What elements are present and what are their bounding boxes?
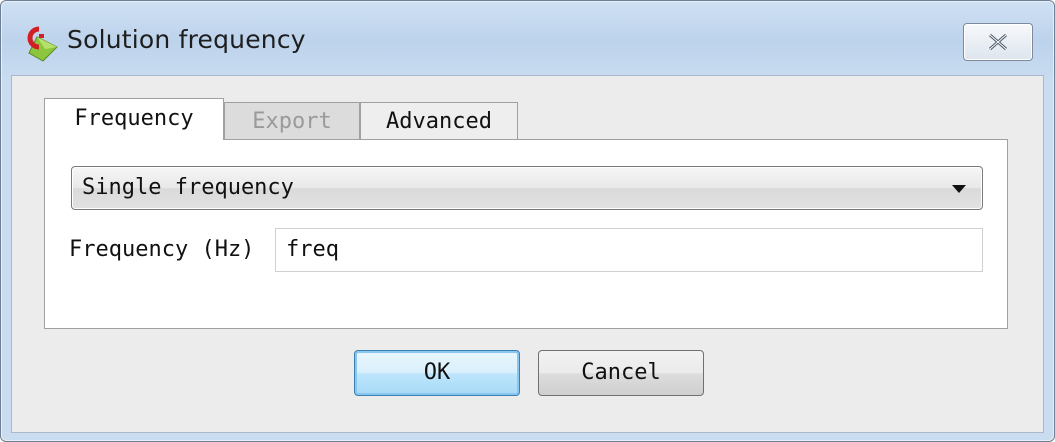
frequency-label: Frequency (Hz) <box>69 237 255 262</box>
close-icon <box>989 33 1007 51</box>
close-button[interactable] <box>963 23 1033 61</box>
frequency-mode-value: Single frequency <box>82 175 294 200</box>
frequency-tab-panel: Single frequency Frequency (Hz) freq <box>44 139 1008 329</box>
frequency-mode-select[interactable]: Single frequency <box>71 166 983 210</box>
app-icon <box>21 23 61 63</box>
tab-frequency[interactable]: Frequency <box>44 98 224 140</box>
dialog-content: Frequency Export Advanced Single frequen… <box>11 75 1044 433</box>
title-bar[interactable]: Solution frequency <box>1 1 1054 81</box>
chevron-down-icon <box>952 185 966 193</box>
window-title: Solution frequency <box>67 25 306 54</box>
tab-advanced[interactable]: Advanced <box>360 102 518 140</box>
tab-export[interactable]: Export <box>224 102 360 140</box>
dialog-window: Solution frequency Frequency Export Adva… <box>0 0 1055 442</box>
ok-button[interactable]: OK <box>354 350 520 396</box>
frequency-input[interactable]: freq <box>275 228 983 272</box>
cancel-button[interactable]: Cancel <box>538 350 704 396</box>
